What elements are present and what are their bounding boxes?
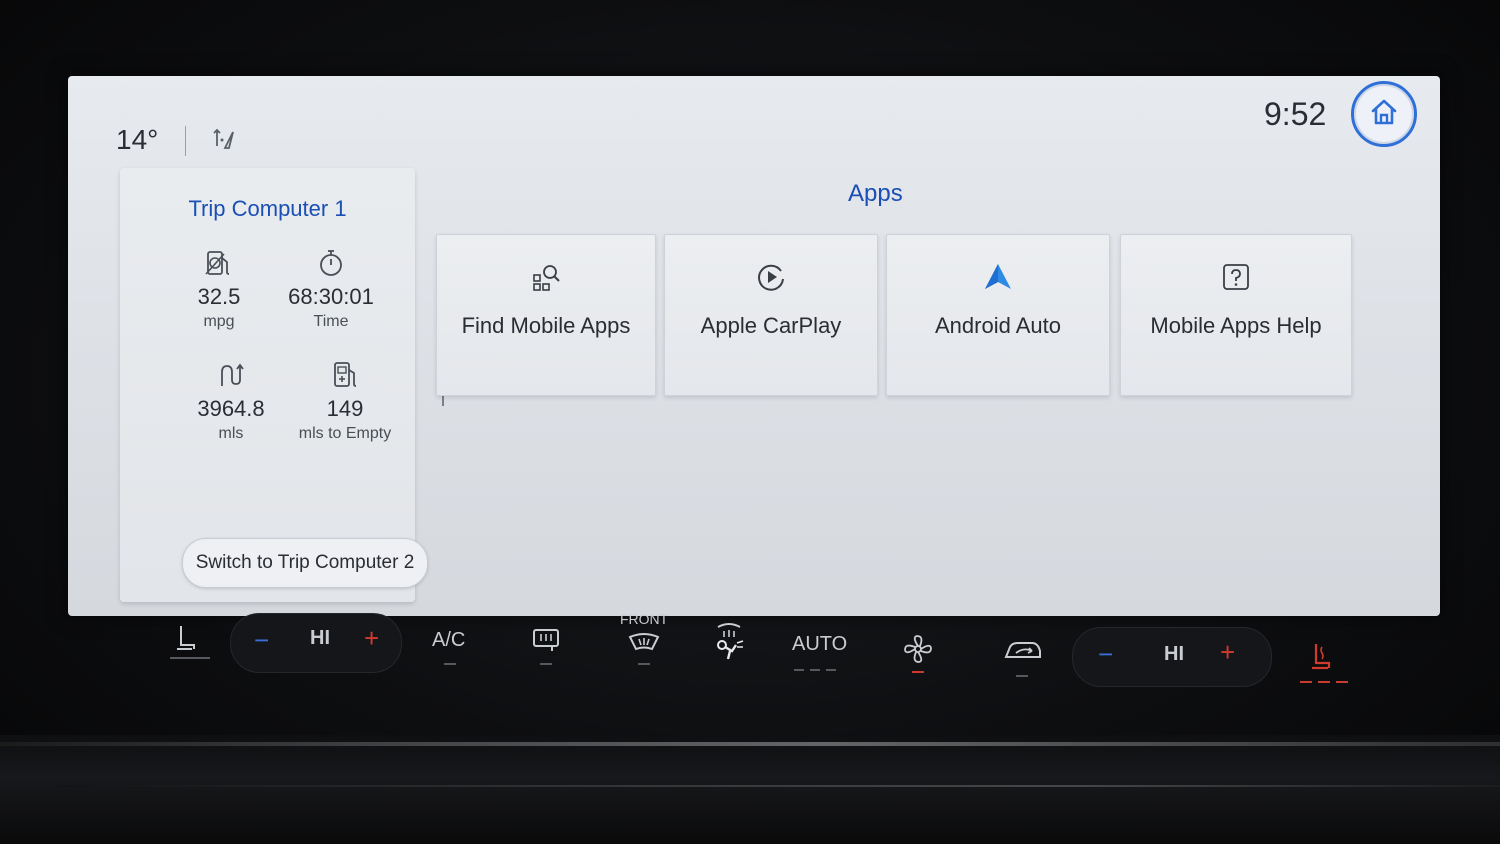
rear-defrost-indicator bbox=[540, 663, 552, 665]
trip-computer-title: Trip Computer 1 bbox=[188, 196, 347, 221]
fan-icon[interactable] bbox=[902, 633, 934, 671]
rear-defrost-icon[interactable] bbox=[532, 627, 560, 659]
driver-seat-level bbox=[170, 657, 210, 659]
driver-temp-minus-button[interactable]: − bbox=[254, 625, 269, 656]
driver-temp-plus-button[interactable]: + bbox=[364, 623, 379, 654]
metric-label: mpg bbox=[203, 313, 235, 330]
metric-value: 68:30:01 bbox=[288, 284, 374, 309]
front-defrost-icon[interactable] bbox=[628, 631, 660, 659]
metric-range: 149 mls to Empty bbox=[280, 360, 410, 443]
apps-title: Apps bbox=[848, 180, 903, 207]
clock: 9:52 bbox=[1264, 96, 1327, 132]
climate-control-bar: − HI + A/C FRONT AUTO − HI + bbox=[160, 605, 1380, 705]
max-defrost-icon[interactable] bbox=[710, 617, 748, 667]
recirculation-icon[interactable] bbox=[1004, 639, 1042, 669]
metric-value: 149 bbox=[326, 396, 364, 421]
auto-climate-indicator bbox=[794, 669, 840, 671]
front-defrost-indicator bbox=[638, 663, 650, 665]
metric-time: 68:30:01 Time bbox=[266, 248, 396, 331]
dashboard-trim bbox=[0, 735, 1500, 844]
ac-indicator bbox=[444, 663, 456, 665]
passenger-heated-seat-icon[interactable] bbox=[1306, 641, 1338, 679]
app-tile-label: Android Auto bbox=[935, 313, 1061, 338]
app-tile-label: Find Mobile Apps bbox=[461, 313, 631, 338]
passenger-temp-minus-button[interactable]: − bbox=[1098, 639, 1113, 670]
navigation-arrows-icon[interactable] bbox=[211, 126, 237, 152]
app-tile-mobile-apps-help[interactable]: Mobile Apps Help bbox=[1120, 234, 1352, 396]
chrome-trim-line bbox=[0, 742, 1500, 746]
dashboard-seam bbox=[60, 785, 1500, 787]
switch-trip-computer-button[interactable]: Switch to Trip Computer 2 bbox=[182, 538, 428, 588]
find-apps-icon bbox=[437, 261, 655, 293]
stopwatch-icon bbox=[266, 248, 396, 278]
app-tile-label: Mobile Apps Help bbox=[1150, 313, 1322, 338]
home-button[interactable] bbox=[1351, 81, 1417, 147]
passenger-seat-heat-level bbox=[1300, 681, 1350, 683]
trip-computer-panel: Trip Computer 1 32.5 mpg 68:30:01 Time 3… bbox=[120, 168, 428, 602]
metric-label: mls bbox=[218, 425, 244, 442]
app-tile-android-auto[interactable]: Android Auto bbox=[886, 234, 1110, 396]
metric-value: 3964.8 bbox=[197, 396, 265, 421]
metric-value: 32.5 bbox=[197, 284, 241, 309]
fuel-pump-range-icon bbox=[280, 360, 410, 390]
app-tile-apple-carplay[interactable]: Apple CarPlay bbox=[664, 234, 878, 396]
status-divider bbox=[185, 126, 186, 156]
app-tile-label: Apple CarPlay bbox=[700, 313, 842, 338]
fan-indicator bbox=[912, 671, 924, 673]
route-distance-icon bbox=[166, 360, 296, 390]
infotainment-screen: 14° 9:52 Trip Computer 1 32.5 mpg 68:30:… bbox=[68, 76, 1440, 616]
driver-seat-icon[interactable] bbox=[172, 623, 202, 659]
ac-button[interactable]: A/C bbox=[432, 629, 465, 652]
auto-climate-button[interactable]: AUTO bbox=[792, 633, 847, 656]
fuel-economy-icon bbox=[154, 248, 284, 278]
metric-distance: 3964.8 mls bbox=[166, 360, 296, 443]
android-auto-icon bbox=[887, 261, 1109, 293]
metric-label: Time bbox=[313, 313, 349, 330]
metric-fuel-economy: 32.5 mpg bbox=[154, 248, 284, 331]
app-tile-find-mobile-apps[interactable]: Find Mobile Apps bbox=[436, 234, 656, 396]
driver-temp-value: HI bbox=[310, 627, 330, 649]
carplay-icon bbox=[665, 261, 877, 293]
home-icon bbox=[1369, 97, 1399, 132]
recirculation-indicator bbox=[1016, 675, 1028, 677]
passenger-temp-plus-button[interactable]: + bbox=[1220, 637, 1235, 668]
help-icon bbox=[1121, 261, 1351, 293]
metric-label: mls to Empty bbox=[298, 425, 392, 442]
outside-temperature: 14° bbox=[116, 124, 159, 155]
passenger-temp-value: HI bbox=[1164, 643, 1184, 665]
front-defrost-label: FRONT bbox=[620, 611, 669, 627]
